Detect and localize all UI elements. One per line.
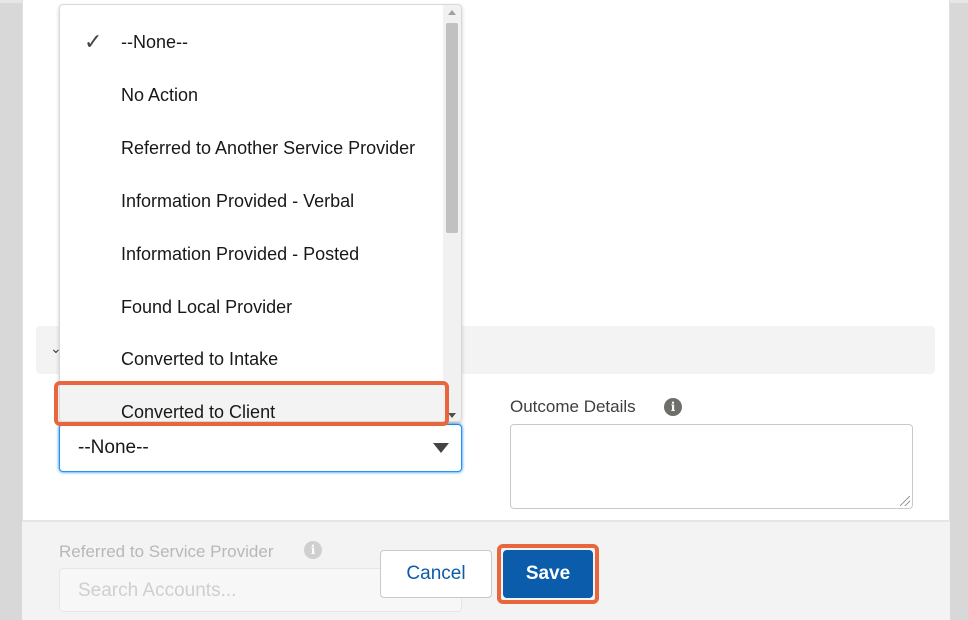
listbox-scrollbar[interactable] [443,5,461,421]
option-label: Information Provided - Posted [121,244,360,264]
info-icon: i [304,541,322,559]
referred-provider-label: Referred to Service Provider [59,542,274,561]
option-highlight [54,381,449,426]
option-label: Converted to Intake [121,349,279,369]
list-option-none[interactable]: ✓ --None-- [60,12,444,65]
check-icon: ✓ [84,30,103,55]
outcome-details-textarea[interactable] [510,424,913,509]
scroll-down-icon[interactable] [448,413,456,418]
info-icon[interactable]: i [664,398,682,416]
option-label: --None-- [121,32,189,52]
outcome-details-label: Outcome Details [510,397,636,416]
scroll-thumb[interactable] [446,23,458,233]
list-option-info-verbal[interactable]: Information Provided - Verbal [60,171,444,224]
search-accounts-placeholder: Search Accounts... [78,580,237,601]
scroll-up-icon[interactable] [448,10,456,15]
resize-grip-icon[interactable] [900,496,910,506]
cancel-button[interactable]: Cancel [380,550,492,598]
list-option-no-action[interactable]: No Action [60,65,444,118]
option-label: Referred to Another Service Provider [121,138,416,158]
option-label: Found Local Provider [121,297,293,317]
modal-footer: Referred to Service Provider i Search Ac… [22,520,950,620]
option-label: No Action [121,85,199,105]
list-option-converted-intake[interactable]: Converted to Intake [60,329,444,382]
option-label: Information Provided - Verbal [121,191,355,211]
list-option-found-local[interactable]: Found Local Provider [60,277,444,330]
picklist-selected-value: --None-- [78,437,149,458]
list-option-info-posted[interactable]: Information Provided - Posted [60,224,444,277]
caret-down-icon [433,443,449,453]
outcome-picklist[interactable]: --None-- [59,424,462,472]
list-option-referred[interactable]: Referred to Another Service Provider [60,118,444,171]
picklist-dropdown[interactable]: ✓ --None-- No Action Referred to Another… [59,4,462,422]
save-button-highlight [497,544,599,604]
